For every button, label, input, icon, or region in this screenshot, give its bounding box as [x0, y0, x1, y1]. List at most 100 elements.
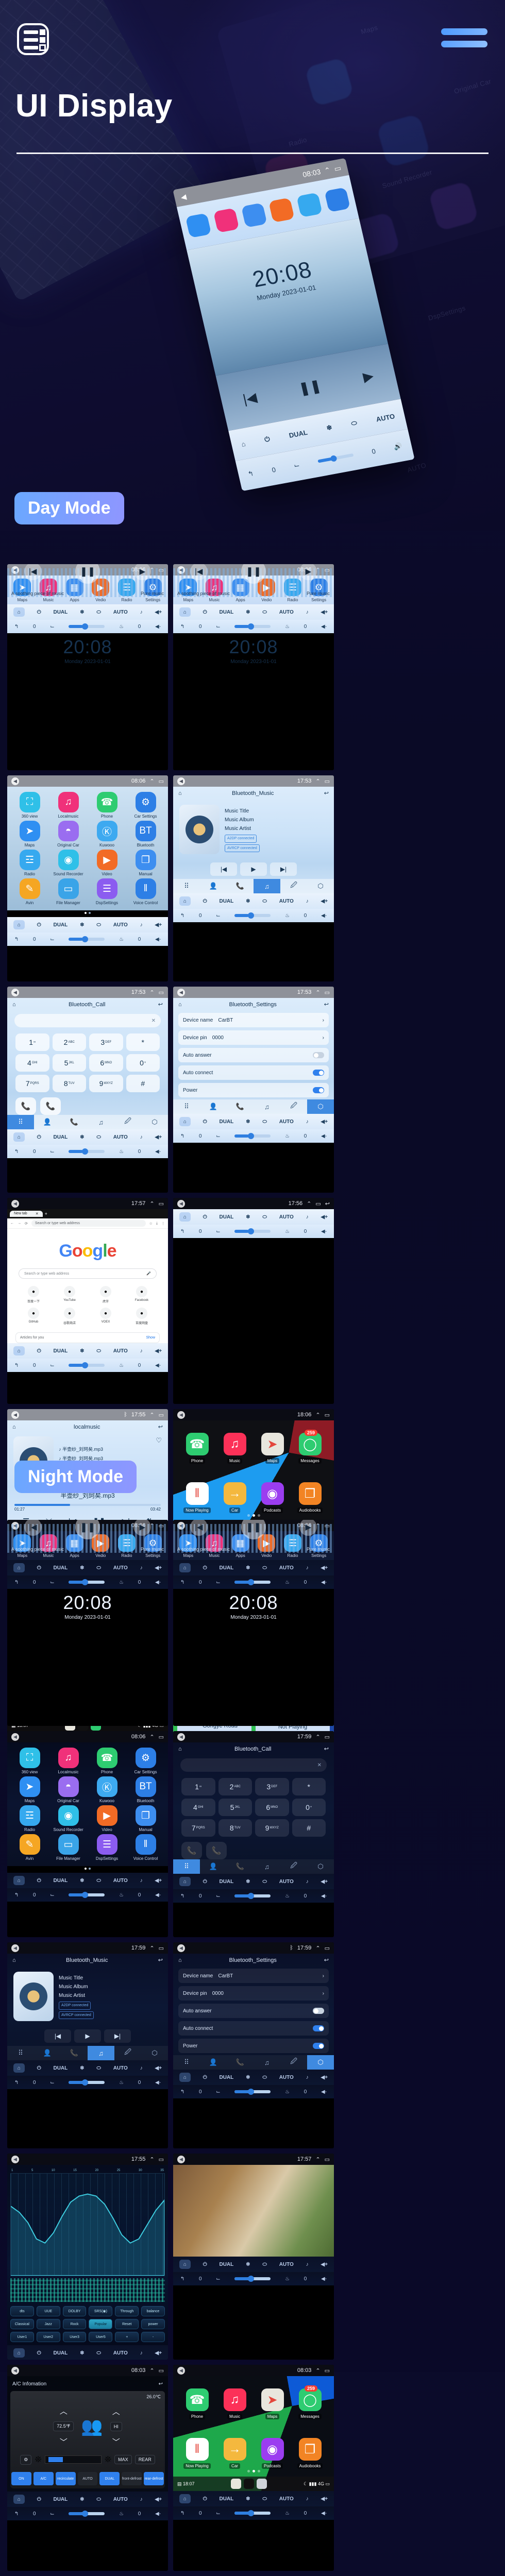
- seat-heat-icon[interactable]: ♨: [285, 1893, 290, 1899]
- toggle-switch[interactable]: [313, 2008, 324, 2014]
- carplay-app-now-playing[interactable]: ‖ Now Playing: [178, 1482, 216, 1514]
- device-icon[interactable]: 🖉: [114, 2046, 141, 2060]
- rear-defog-icon[interactable]: ⬭: [96, 1878, 101, 1884]
- home-icon[interactable]: ⌂: [178, 790, 182, 796]
- snowflake-icon[interactable]: ❄: [246, 2075, 250, 2080]
- dial-key-0[interactable]: 0 +: [126, 1054, 160, 1072]
- back-arrow-icon[interactable]: ◀: [177, 2366, 185, 2375]
- back-arrow-icon[interactable]: ↰: [180, 1580, 184, 1585]
- dial-key-4[interactable]: 4 GHI: [181, 1799, 215, 1816]
- carplay-app-maps[interactable]: ➤ Maps: [254, 1433, 291, 1465]
- contacts-icon[interactable]: 👤: [200, 1859, 227, 1874]
- snowflake-icon[interactable]: ❄: [80, 1565, 84, 1571]
- settings-row-device-name[interactable]: Device name CarBT ›: [178, 1969, 329, 1983]
- app-voice-control[interactable]: ‖ Voice Control: [126, 878, 165, 905]
- chevron-up-icon[interactable]: ⌃: [315, 1945, 320, 1952]
- shortcut-playstore[interactable]: ● 谷歌商店: [52, 1308, 88, 1325]
- eq-preset-popular[interactable]: Popular: [89, 2319, 113, 2329]
- next-track-icon[interactable]: ▶: [299, 564, 317, 580]
- airflow-icon[interactable]: ♪: [306, 1214, 309, 1220]
- app-bluetooth[interactable]: BT Bluetooth: [126, 821, 165, 848]
- app-manual[interactable]: ❐ Manual: [126, 1805, 165, 1832]
- return-icon[interactable]: ↩: [325, 1200, 330, 1207]
- app-original-car[interactable]: ◓ Original Car: [49, 821, 88, 848]
- dial-key-7[interactable]: 7 PQRS: [15, 1075, 49, 1092]
- rear-defog-icon[interactable]: ⬭: [96, 2497, 101, 2502]
- rear-defog-icon[interactable]: ⬭: [262, 1565, 267, 1571]
- recents-icon[interactable]: ▭: [159, 2156, 164, 2163]
- dial-key-3[interactable]: 3 DEF: [89, 1033, 123, 1051]
- snowflake-icon[interactable]: ❄: [246, 609, 250, 615]
- shortcut-netdisk[interactable]: ● 百度网盘: [124, 1308, 160, 1325]
- back-arrow-icon[interactable]: ↰: [180, 2276, 184, 2282]
- balance-slider[interactable]: [69, 623, 105, 630]
- snowflake-icon[interactable]: ❄: [80, 1878, 84, 1884]
- volume-down-icon[interactable]: ◀-: [321, 1580, 327, 1585]
- phone-number-input[interactable]: ✕: [14, 1014, 161, 1027]
- home-icon[interactable]: ⌂: [178, 1002, 182, 1008]
- recents-icon[interactable]: ▭: [325, 1412, 330, 1418]
- airflow-icon[interactable]: ♪: [140, 2350, 143, 2356]
- snowflake-icon[interactable]: ❄: [80, 922, 84, 928]
- now-playing-icon[interactable]: [244, 2479, 255, 2489]
- forward-icon[interactable]: →: [18, 1222, 21, 1225]
- close-icon[interactable]: ✕: [36, 1212, 39, 1216]
- eq-preset-dolby[interactable]: DOLBY: [62, 2306, 87, 2316]
- home-icon[interactable]: ⌂: [179, 2073, 191, 2082]
- seat-icon[interactable]: ⌙: [50, 1363, 54, 1368]
- bt-settings-icon[interactable]: ⬡: [307, 1859, 334, 1874]
- volume-down-icon[interactable]: ◀-: [155, 2080, 161, 2086]
- volume-up-icon[interactable]: ◀+: [155, 609, 162, 615]
- volume-down-icon[interactable]: ◀-: [321, 1229, 327, 1234]
- seat-heat-icon[interactable]: ♨: [285, 624, 290, 630]
- ac-button-on[interactable]: ON: [11, 2472, 31, 2485]
- recents-icon[interactable]: ▭: [325, 2156, 330, 2163]
- call-log-icon[interactable]: 📞: [227, 879, 254, 893]
- back-arrow-icon[interactable]: ↰: [180, 1893, 184, 1899]
- balance-slider[interactable]: [69, 1148, 105, 1155]
- equalizer-band-matrix[interactable]: [10, 2278, 165, 2302]
- app-bluetooth[interactable]: BT Bluetooth: [126, 1776, 165, 1803]
- contacts-icon[interactable]: 👤: [34, 1115, 61, 1129]
- airflow-icon[interactable]: ♪: [140, 609, 143, 615]
- seat-icon[interactable]: ⌙: [216, 1229, 220, 1234]
- power-icon[interactable]: ⏻: [37, 922, 41, 928]
- back-arrow-icon[interactable]: ↰: [14, 1580, 19, 1585]
- seat-heat-icon[interactable]: ♨: [285, 1580, 290, 1585]
- bt-music-icon[interactable]: ♫: [254, 1099, 280, 1114]
- dial-key-5[interactable]: 5 JKL: [218, 1799, 252, 1816]
- shortcut-voex[interactable]: ● VOEX: [88, 1308, 124, 1325]
- app-sound-recorder[interactable]: ◉ Sound Recorder: [49, 1805, 88, 1832]
- eq-preset-balance-icon[interactable]: balance: [141, 2306, 165, 2316]
- seat-icon[interactable]: ⌙: [50, 624, 54, 630]
- video-player[interactable]: [173, 2165, 334, 2257]
- clear-x-icon[interactable]: ✕: [152, 1018, 156, 1024]
- seat-icon[interactable]: ⌙: [50, 2511, 54, 2517]
- contacts-icon[interactable]: 👤: [200, 1099, 227, 1114]
- volume-up-icon[interactable]: ◀+: [321, 609, 328, 615]
- call-log-icon[interactable]: 📞: [61, 1115, 88, 1129]
- snowflake-icon[interactable]: ❄: [246, 1565, 250, 1571]
- recents-icon[interactable]: ▭: [325, 2367, 330, 2374]
- app-video[interactable]: ▶ Video: [88, 850, 126, 876]
- device-icon[interactable]: 🖉: [280, 1859, 307, 1874]
- chevron-up-icon[interactable]: ⌃: [149, 1412, 154, 1418]
- snowflake-icon[interactable]: ❄: [80, 1348, 84, 1354]
- rear-defog-icon[interactable]: ⬭: [262, 2496, 267, 2502]
- bt-music-icon[interactable]: ♫: [88, 2046, 114, 2060]
- bt-settings-icon[interactable]: ⬡: [141, 2046, 168, 2060]
- call-icon[interactable]: 📞: [181, 1842, 202, 1859]
- app-file-manager[interactable]: ▭ File Manager: [49, 878, 88, 905]
- volume-down-icon[interactable]: ◀-: [155, 937, 161, 942]
- power-icon[interactable]: ⏻: [203, 2262, 207, 2267]
- seat-icon[interactable]: ⌙: [216, 2511, 220, 2516]
- back-arrow-icon[interactable]: ↰: [14, 1149, 19, 1155]
- carplay-app-messages[interactable]: 259 ◯ Messages: [291, 1430, 329, 1465]
- eq-preset--[interactable]: -: [141, 2332, 165, 2342]
- dial-key-6[interactable]: 6 MNO: [255, 1799, 289, 1816]
- volume-down-icon[interactable]: ◀-: [155, 1580, 161, 1585]
- app-phone[interactable]: ☎ Phone: [88, 1748, 126, 1774]
- balance-slider[interactable]: [69, 1579, 105, 1585]
- home-icon[interactable]: ⌂: [179, 1212, 191, 1222]
- eq-preset-dts[interactable]: dts: [10, 2306, 34, 2316]
